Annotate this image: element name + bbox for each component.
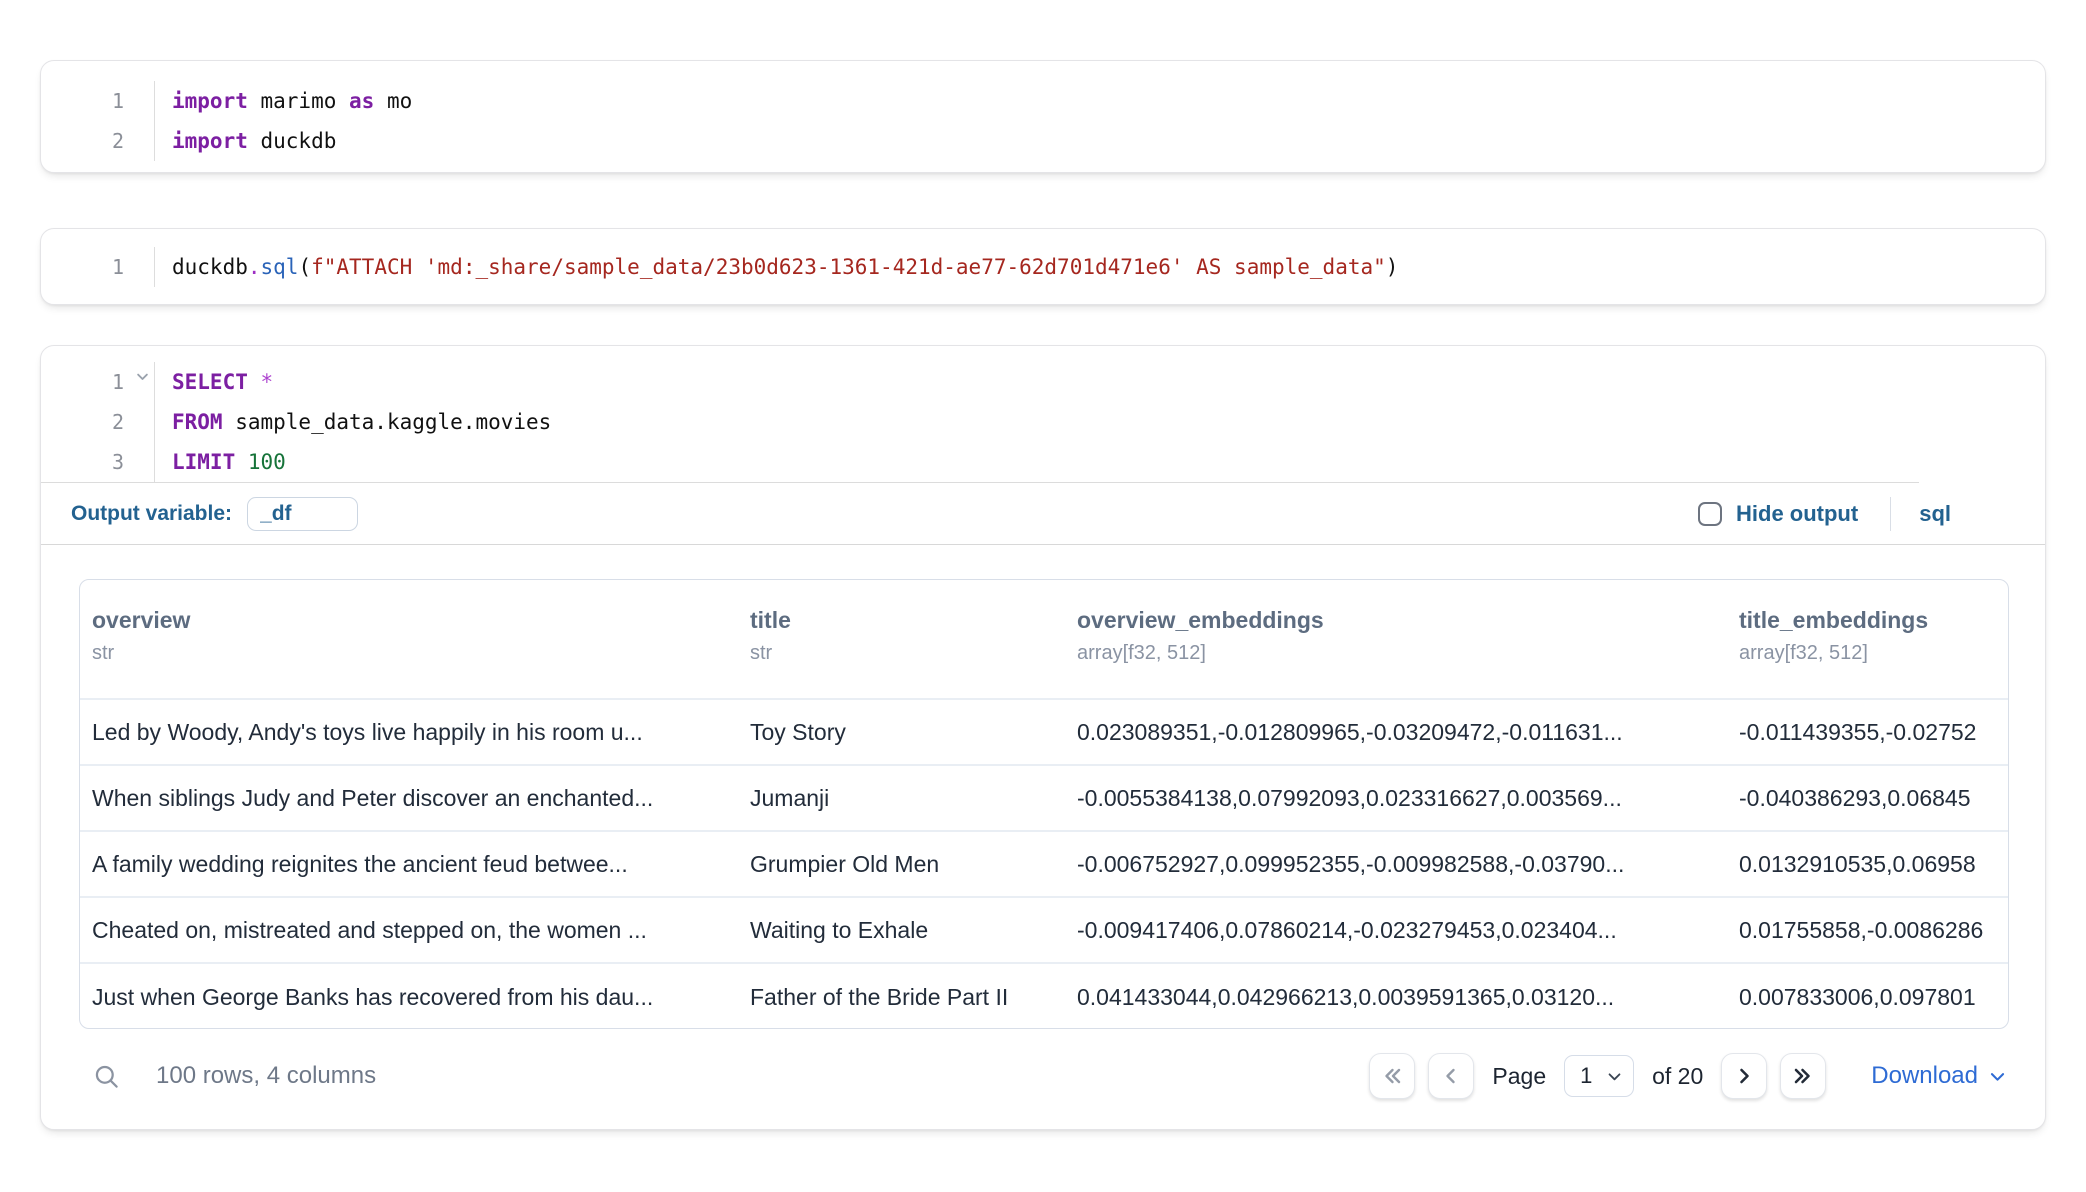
table-cell[interactable]: 0.01755858,-0.0086286: [1739, 917, 2008, 944]
download-label: Download: [1871, 1062, 1978, 1090]
table-cell[interactable]: 0.041433044,0.042966213,0.0039591365,0.0…: [1077, 984, 1739, 1011]
notebook-cell-sql: 1 SELECT * 2 FROM sample_data.kaggle.movies…: [40, 345, 2046, 1130]
page-select-value: 1: [1580, 1063, 1592, 1089]
page-total-label: of 20: [1652, 1063, 1703, 1090]
line-number-gutter: 2: [41, 121, 155, 161]
table-cell[interactable]: Led by Woody, Andy's toys live happily i…: [92, 719, 750, 746]
last-page-button[interactable]: [1780, 1053, 1826, 1099]
table-row[interactable]: Led by Woody, Andy's toys live happily i…: [80, 700, 2008, 766]
chevron-left-icon: [1439, 1064, 1463, 1088]
column-type: str: [750, 642, 1059, 664]
output-variable-bar: Output variable: Hide output sql: [41, 483, 2045, 545]
column-name: overview: [92, 606, 732, 634]
code-text: FROM sample_data.kaggle.movies: [155, 402, 551, 442]
column-type: array[f32, 512]: [1077, 642, 1721, 664]
code-editor[interactable]: 1 import marimo as mo 2 import duckdb: [41, 61, 2045, 161]
line-number: 2: [112, 402, 124, 442]
table-cell[interactable]: -0.009417406,0.07860214,-0.023279453,0.0…: [1077, 917, 1739, 944]
table-row[interactable]: When siblings Judy and Peter discover an…: [80, 766, 2008, 832]
code-text: import marimo as mo: [155, 81, 412, 121]
download-button[interactable]: Download: [1871, 1062, 2007, 1090]
column-header[interactable]: overview_embeddings array[f32, 512]: [1077, 606, 1739, 698]
table-cell[interactable]: 0.0132910535,0.06958: [1739, 851, 2008, 878]
code-text: duckdb.sql(f"ATTACH 'md:_share/sample_da…: [155, 247, 1398, 287]
divider: [1890, 497, 1891, 531]
line-number-gutter: 3: [41, 442, 155, 482]
code-line[interactable]: 1 SELECT *: [41, 362, 1919, 402]
table-body: Led by Woody, Andy's toys live happily i…: [80, 700, 2008, 1029]
table-row[interactable]: Just when George Banks has recovered fro…: [80, 964, 2008, 1029]
column-header[interactable]: title_embeddings array[f32, 512]: [1739, 606, 2008, 698]
first-page-button[interactable]: [1369, 1053, 1415, 1099]
chevron-down-icon: [1606, 1068, 1623, 1085]
table-cell[interactable]: Grumpier Old Men: [750, 851, 1077, 878]
column-header[interactable]: overview str: [92, 606, 750, 698]
column-name: title: [750, 606, 1059, 634]
hide-output-checkbox[interactable]: [1698, 502, 1722, 526]
table-footer: 100 rows, 4 columns: [79, 1049, 2007, 1103]
line-number-gutter: 1: [41, 81, 155, 121]
prev-page-button[interactable]: [1428, 1053, 1474, 1099]
column-type: str: [92, 642, 732, 664]
row-count-summary: 100 rows, 4 columns: [156, 1062, 376, 1090]
table-header-row: overview str title str overview_embeddingsar…: [80, 580, 2008, 700]
column-type: array[f32, 512]: [1739, 642, 1990, 664]
table-cell[interactable]: Just when George Banks has recovered fro…: [92, 984, 750, 1011]
output-variable-input[interactable]: [247, 497, 358, 531]
double-chevron-right-icon: [1791, 1064, 1815, 1088]
table-cell[interactable]: -0.040386293,0.06845: [1739, 785, 2008, 812]
line-number: 1: [112, 247, 124, 287]
table-cell[interactable]: Toy Story: [750, 719, 1077, 746]
code-line[interactable]: 2 FROM sample_data.kaggle.movies: [41, 402, 1919, 442]
code-line[interactable]: 1 import marimo as mo: [41, 81, 2045, 121]
column-name: overview_embeddings: [1077, 606, 1721, 634]
notebook-cell-imports: 1 import marimo as mo 2 import duckdb: [40, 60, 2046, 173]
table-cell[interactable]: -0.011439355,-0.02752: [1739, 719, 2008, 746]
line-number-gutter: 2: [41, 402, 155, 442]
line-number: 1: [112, 81, 124, 121]
code-editor[interactable]: 1 duckdb.sql(f"ATTACH 'md:_share/sample_d…: [41, 229, 2045, 287]
code-line[interactable]: 3 LIMIT 100: [41, 442, 1919, 482]
code-line[interactable]: 1 duckdb.sql(f"ATTACH 'md:_share/sample_d…: [41, 247, 2045, 287]
code-text: SELECT *: [155, 362, 273, 402]
line-number: 2: [112, 121, 124, 161]
line-number: 3: [112, 442, 124, 482]
page-label: Page: [1492, 1063, 1546, 1090]
table-row[interactable]: A family wedding reignites the ancient f…: [80, 832, 2008, 898]
table-cell[interactable]: Father of the Bride Part II: [750, 984, 1077, 1011]
table-cell[interactable]: Cheated on, mistreated and stepped on, t…: [92, 917, 750, 944]
table-row[interactable]: Cheated on, mistreated and stepped on, t…: [80, 898, 2008, 964]
column-name: title_embeddings: [1739, 606, 1990, 634]
table-cell[interactable]: 0.007833006,0.097801: [1739, 984, 2008, 1011]
line-number: 1: [112, 362, 124, 402]
code-text: LIMIT 100: [155, 442, 286, 482]
page-select[interactable]: 1: [1564, 1055, 1634, 1097]
table-cell[interactable]: Jumanji: [750, 785, 1077, 812]
column-header[interactable]: title str: [750, 606, 1077, 698]
line-number-gutter: 1: [41, 362, 155, 402]
search-icon[interactable]: [93, 1063, 120, 1090]
dataframe-table: overview str title str overview_embeddingsar…: [79, 579, 2009, 1029]
table-cell[interactable]: -0.0055384138,0.07992093,0.023316627,0.0…: [1077, 785, 1739, 812]
table-cell[interactable]: -0.006752927,0.099952355,-0.009982588,-0…: [1077, 851, 1739, 878]
line-number-gutter: 1: [41, 247, 155, 287]
chevron-down-icon: [1988, 1067, 2007, 1086]
output-variable-label: Output variable:: [71, 502, 232, 526]
table-cell[interactable]: A family wedding reignites the ancient f…: [92, 851, 750, 878]
table-cell[interactable]: Waiting to Exhale: [750, 917, 1077, 944]
hide-output-label: Hide output: [1736, 501, 1858, 527]
next-page-button[interactable]: [1721, 1053, 1767, 1099]
code-line[interactable]: 2 import duckdb: [41, 121, 2045, 161]
chevron-right-icon: [1732, 1064, 1756, 1088]
table-cell[interactable]: When siblings Judy and Peter discover an…: [92, 785, 750, 812]
fold-chevron-icon[interactable]: [135, 367, 150, 388]
table-cell[interactable]: 0.023089351,-0.012809965,-0.03209472,-0.…: [1077, 719, 1739, 746]
double-chevron-left-icon: [1380, 1064, 1404, 1088]
code-text: import duckdb: [155, 121, 336, 161]
cell-output-area: overview str title str overview_embeddingsar…: [41, 545, 2045, 1103]
code-editor[interactable]: 1 SELECT * 2 FROM sample_data.kaggle.movies…: [41, 346, 1919, 483]
language-select[interactable]: sql: [1919, 501, 1951, 527]
notebook-cell-attach: 1 duckdb.sql(f"ATTACH 'md:_share/sample_d…: [40, 228, 2046, 305]
